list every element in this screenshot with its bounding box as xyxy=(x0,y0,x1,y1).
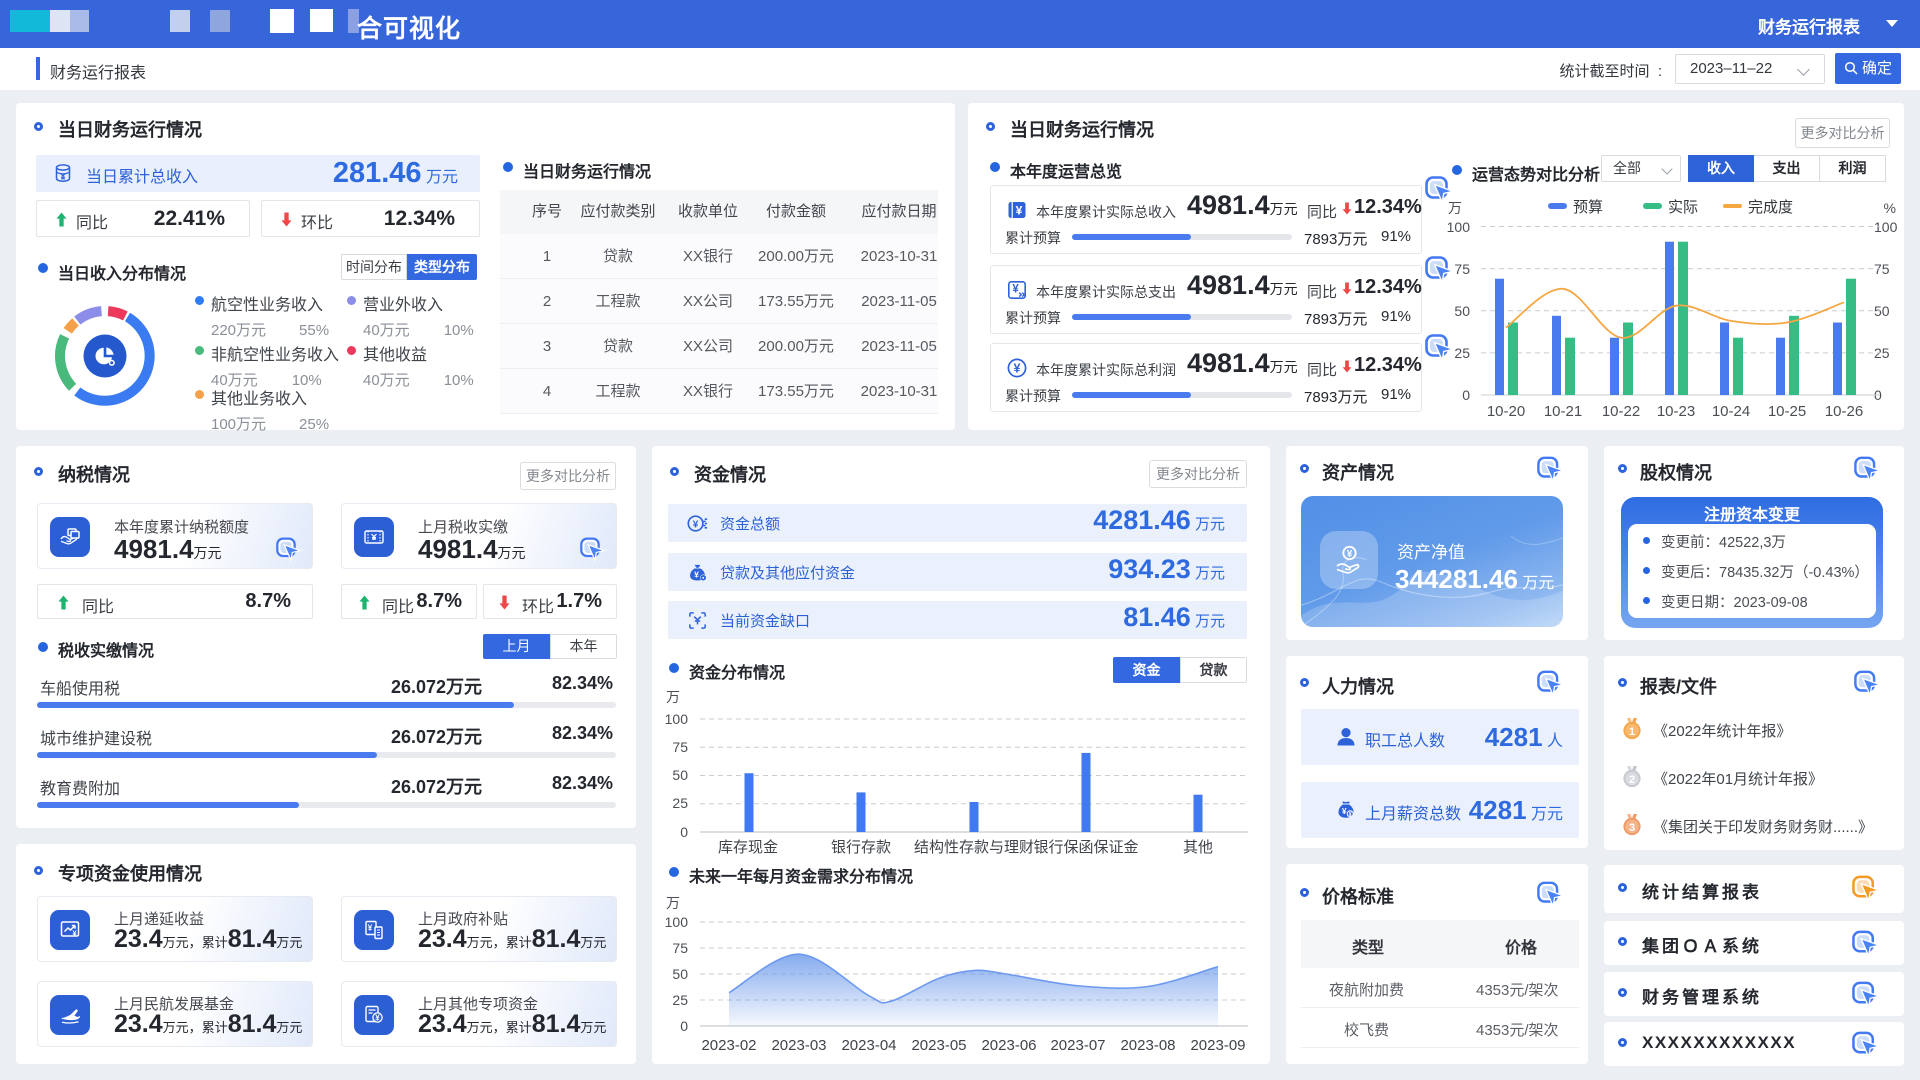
svg-text:¥: ¥ xyxy=(694,569,699,579)
svg-text:25: 25 xyxy=(672,992,688,1008)
svg-text:3: 3 xyxy=(1629,822,1635,834)
svg-text:预算: 预算 xyxy=(1573,198,1603,216)
svg-text:25: 25 xyxy=(1874,345,1890,361)
svg-text:75: 75 xyxy=(672,739,688,755)
svg-text:完成度: 完成度 xyxy=(1748,199,1793,216)
svg-text:2023-03: 2023-03 xyxy=(771,1037,826,1054)
svg-text:25: 25 xyxy=(1454,345,1470,361)
svg-text:50: 50 xyxy=(672,966,688,982)
svg-text:75: 75 xyxy=(1874,261,1890,277)
svg-text:50: 50 xyxy=(672,767,688,783)
svg-text:10-21: 10-21 xyxy=(1544,403,1582,420)
svg-text:10-20: 10-20 xyxy=(1487,403,1525,420)
svg-text:2023-06: 2023-06 xyxy=(981,1037,1036,1054)
svg-text:100: 100 xyxy=(1447,219,1471,235)
svg-text:10-25: 10-25 xyxy=(1768,403,1806,420)
svg-text:¥: ¥ xyxy=(1012,284,1019,296)
svg-text:10-24: 10-24 xyxy=(1712,403,1750,420)
svg-text:2023-09: 2023-09 xyxy=(1190,1037,1245,1054)
svg-text:¥: ¥ xyxy=(1347,549,1353,560)
svg-text:库存现金: 库存现金 xyxy=(718,839,778,856)
svg-text:10-22: 10-22 xyxy=(1602,403,1640,420)
svg-text:2023-05: 2023-05 xyxy=(911,1037,966,1054)
svg-text:银行保函保证金: 银行保函保证金 xyxy=(1033,839,1138,856)
svg-text:10-23: 10-23 xyxy=(1657,403,1695,420)
svg-text:结构性存款与理财: 结构性存款与理财 xyxy=(914,839,1034,856)
svg-text:0: 0 xyxy=(1462,387,1470,403)
svg-text:实际: 实际 xyxy=(1668,199,1698,216)
svg-text:¥: ¥ xyxy=(1016,204,1023,218)
svg-text:¥: ¥ xyxy=(693,519,699,530)
svg-text:2023-04: 2023-04 xyxy=(841,1037,896,1054)
svg-text:2023-02: 2023-02 xyxy=(701,1037,756,1054)
svg-text:0: 0 xyxy=(680,824,688,840)
svg-text:50: 50 xyxy=(1454,303,1470,319)
svg-text:25: 25 xyxy=(672,795,688,811)
svg-text:100: 100 xyxy=(665,711,689,727)
svg-text:万: 万 xyxy=(666,690,680,705)
svg-text:¥: ¥ xyxy=(368,924,373,933)
svg-text:其他: 其他 xyxy=(1183,839,1213,856)
svg-text:75: 75 xyxy=(1454,261,1470,277)
svg-text:1: 1 xyxy=(1629,726,1635,738)
svg-text:0: 0 xyxy=(680,1018,688,1034)
svg-text:万: 万 xyxy=(1448,200,1462,216)
svg-text:2023-07: 2023-07 xyxy=(1050,1037,1105,1054)
svg-text:银行存款: 银行存款 xyxy=(831,839,891,856)
svg-text:2023-08: 2023-08 xyxy=(1120,1037,1175,1054)
svg-text:万: 万 xyxy=(666,896,680,911)
svg-text:¥: ¥ xyxy=(375,1014,380,1023)
svg-text:%: % xyxy=(1884,200,1896,216)
svg-text:50: 50 xyxy=(1874,303,1890,319)
svg-text:100: 100 xyxy=(665,914,689,930)
svg-text:75: 75 xyxy=(672,940,688,956)
svg-text:¥: ¥ xyxy=(1342,806,1347,816)
svg-text:10-26: 10-26 xyxy=(1825,403,1863,420)
svg-text:¥: ¥ xyxy=(1014,362,1021,376)
svg-text:2: 2 xyxy=(1629,774,1635,786)
